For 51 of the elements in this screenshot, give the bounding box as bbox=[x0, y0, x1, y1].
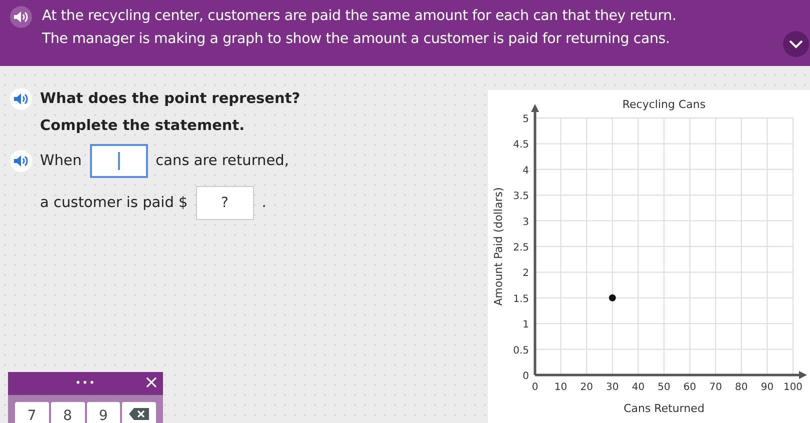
y-tick-label: 3.5 bbox=[513, 191, 529, 202]
x-tick-label: 0 bbox=[532, 382, 538, 393]
x-axis-label: Cans Returned bbox=[624, 402, 704, 415]
speaker-icon bbox=[14, 155, 28, 167]
x-tick-label: 30 bbox=[606, 382, 619, 393]
x-tick-label: 10 bbox=[554, 382, 568, 393]
y-tick-label: 3 bbox=[522, 216, 529, 228]
collapse-button[interactable] bbox=[783, 31, 809, 57]
answer-field[interactable] bbox=[90, 144, 148, 178]
statement-text: When bbox=[40, 153, 82, 169]
x-tick-label: 50 bbox=[658, 382, 670, 393]
backspace-key[interactable] bbox=[122, 402, 156, 423]
statement-text: cans are returned, bbox=[156, 153, 289, 169]
y-tick-label: 1.5 bbox=[513, 294, 529, 305]
close-button[interactable]: × bbox=[144, 373, 159, 393]
y-tick-label: 0.5 bbox=[513, 345, 529, 356]
y-tick-label: 2 bbox=[522, 268, 529, 280]
x-tick-label: 20 bbox=[580, 382, 593, 393]
y-tick-label: 4 bbox=[522, 165, 529, 176]
audio-button[interactable] bbox=[10, 88, 32, 110]
question-prompt: What does the point represent? bbox=[40, 91, 300, 107]
speaker-icon bbox=[14, 93, 28, 105]
y-tick-label: 2.5 bbox=[513, 242, 529, 254]
x-tick-label: 60 bbox=[683, 382, 696, 393]
keypad-key[interactable]: 8 bbox=[50, 402, 84, 423]
statement-text: . bbox=[262, 195, 266, 211]
answer-field[interactable]: ? bbox=[196, 186, 254, 220]
speaker-icon bbox=[14, 11, 28, 23]
instruction-text: Complete the statement. bbox=[40, 118, 245, 134]
y-axis-label: Amount Paid (dollars) bbox=[492, 187, 505, 306]
x-tick-label: 80 bbox=[735, 382, 748, 393]
y-tick-label: 1 bbox=[522, 320, 529, 331]
keypad-key[interactable]: 9 bbox=[86, 402, 120, 423]
audio-button[interactable] bbox=[10, 150, 32, 172]
chevron-down-icon bbox=[789, 40, 803, 48]
y-tick-label: 4.5 bbox=[513, 140, 529, 151]
backspace-icon bbox=[129, 408, 150, 420]
audio-button[interactable] bbox=[10, 6, 32, 28]
x-tick-label: 40 bbox=[632, 382, 645, 393]
intro-text: At the recycling center, customers are paid the same amount for each can that they return. bbox=[42, 8, 676, 24]
x-tick-label: 100 bbox=[783, 382, 803, 393]
y-tick-label: 5 bbox=[522, 114, 529, 125]
x-tick-label: 90 bbox=[760, 382, 774, 393]
intro-text: The manager is making a graph to show the amount a customer is paid for returning cans. bbox=[42, 31, 671, 47]
keypad-menu[interactable]: ••• bbox=[75, 378, 96, 389]
data-point bbox=[608, 294, 616, 302]
chart-title: Recycling Cans bbox=[622, 98, 706, 111]
statement-text: a customer is paid $ bbox=[40, 195, 188, 211]
keypad-key[interactable]: 7 bbox=[15, 402, 49, 423]
x-tick-label: 70 bbox=[709, 382, 722, 393]
y-tick-label: 0 bbox=[522, 371, 529, 382]
